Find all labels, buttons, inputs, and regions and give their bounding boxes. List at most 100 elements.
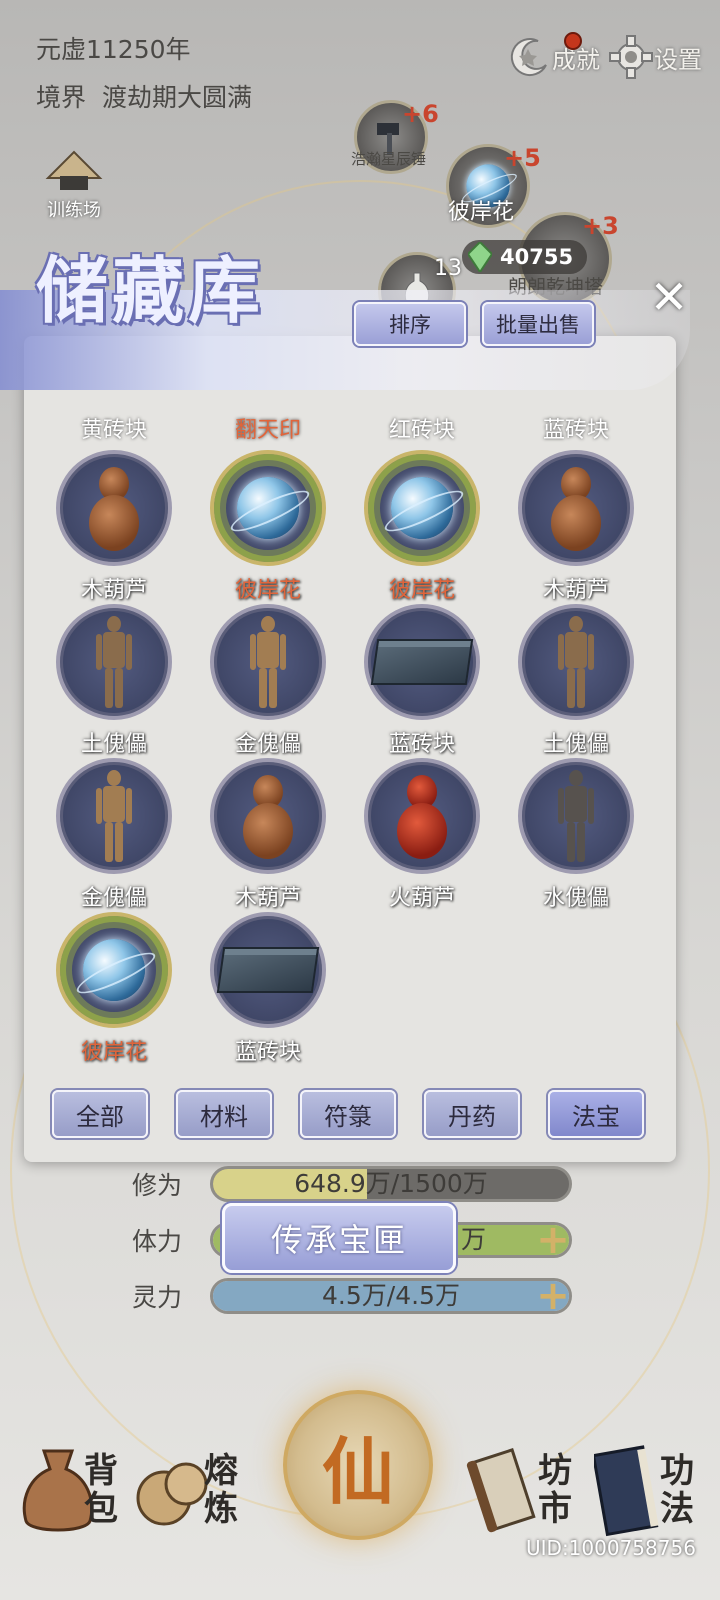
tab-2[interactable]: 符箓 xyxy=(300,1090,396,1138)
earth-puppet-icon xyxy=(556,616,596,708)
storage-item[interactable]: 彼岸花 xyxy=(198,450,338,604)
item-slot xyxy=(210,758,326,874)
item-name: 彼岸花 xyxy=(388,578,455,603)
item-slot xyxy=(518,604,634,720)
training-ground-label: 训练场 xyxy=(47,200,101,221)
spirit-orb-icon xyxy=(83,939,145,1001)
nav-smelt-button[interactable]: 熔炼 xyxy=(136,1440,244,1540)
wood-gourd-icon xyxy=(241,771,295,861)
spirit-orb-icon xyxy=(391,477,453,539)
blue-brick-icon xyxy=(216,947,320,993)
gear-icon xyxy=(609,35,653,79)
nav-bag-label: 背包 xyxy=(84,1451,118,1529)
storage-item[interactable]: 彼岸花 xyxy=(44,912,184,1066)
gold-puppet-icon xyxy=(248,616,288,708)
settings-label: 设置 xyxy=(654,45,702,74)
tab-0[interactable]: 全部 xyxy=(52,1090,148,1138)
item-name: 木葫芦 xyxy=(542,578,609,603)
map-node-vase-count: 13 xyxy=(434,256,462,281)
spirit-value: 4.5万/4.5万 xyxy=(322,1281,460,1310)
map-node-tower-bonus: +3 xyxy=(582,212,619,240)
tab-1[interactable]: 材料 xyxy=(176,1090,272,1138)
spirit-label: 灵力 xyxy=(132,1283,183,1312)
realm-label: 境界 xyxy=(36,83,87,112)
sort-button[interactable]: 排序 xyxy=(354,302,466,346)
straw-hat-icon xyxy=(45,150,103,190)
item-slot xyxy=(210,604,326,720)
item-grid: 黄砖块 翻天印 红砖块 蓝砖块 木葫芦 彼岸花 彼岸花 木葫芦 土傀儡 金傀儡 蓝砖块 土傀儡 金傀儡… xyxy=(24,390,676,1070)
earth-puppet-icon xyxy=(94,616,134,708)
tab-4[interactable]: 法宝 xyxy=(548,1090,644,1138)
bulk-sell-button[interactable]: 批量出售 xyxy=(482,302,594,346)
achievements-button[interactable]: 成就 xyxy=(508,28,600,86)
wood-gourd-icon xyxy=(87,463,141,553)
nav-smelt-label: 熔炼 xyxy=(204,1451,238,1529)
item-slot xyxy=(56,604,172,720)
item-name: 蓝砖块 xyxy=(388,732,455,757)
map-node-hammer-label: 浩瀚星辰锤 xyxy=(351,150,427,168)
realm-info: 境界 渡劫期大圆满 xyxy=(36,78,252,114)
blue-brick-icon xyxy=(370,639,474,685)
nav-market-button[interactable]: 坊市 xyxy=(466,1440,578,1540)
cultivation-label: 修为 xyxy=(132,1171,183,1200)
item-slot xyxy=(56,912,172,1028)
plus-icon: + xyxy=(536,1273,570,1319)
storage-item[interactable]: 金傀儡 xyxy=(198,604,338,758)
storage-item[interactable]: 水傀儡 xyxy=(506,758,646,912)
item-name: 金傀儡 xyxy=(80,886,147,911)
crystal-currency: 40755 xyxy=(462,240,588,274)
item-name: 彼岸花 xyxy=(234,578,301,603)
gold-puppet-icon xyxy=(94,770,134,862)
item-slot xyxy=(518,758,634,874)
realm-value: 渡劫期大圆满 xyxy=(101,83,252,112)
item-name: 红砖块 xyxy=(388,418,455,443)
item-name: 水傀儡 xyxy=(542,886,609,911)
stamina-plus-button[interactable]: + xyxy=(530,1217,576,1263)
nav-market-label: 坊市 xyxy=(538,1451,572,1529)
user-id: UID:1000758756 xyxy=(526,1536,696,1560)
item-slot xyxy=(210,912,326,1028)
settings-button[interactable]: 设置 xyxy=(608,28,702,86)
spirit-bar: 4.5万/4.5万 xyxy=(210,1278,572,1314)
wood-gourd-icon xyxy=(549,463,603,553)
crystal-icon xyxy=(468,242,492,272)
item-slot xyxy=(364,604,480,720)
storage-item[interactable]: 土傀儡 xyxy=(44,604,184,758)
nav-skills-button[interactable]: 功法 xyxy=(594,1440,700,1540)
nav-xian-button[interactable]: 仙 xyxy=(283,1390,433,1540)
storage-item[interactable]: 土傀儡 xyxy=(506,604,646,758)
tab-3[interactable]: 丹药 xyxy=(424,1090,520,1138)
game-year: 元虚11250年 xyxy=(36,35,191,64)
storage-item[interactable]: 火葫芦 xyxy=(352,758,492,912)
nav-bag-button[interactable]: 背包 xyxy=(20,1440,124,1540)
storage-title: 储藏库 xyxy=(36,248,265,333)
storage-item[interactable]: 蓝砖块 xyxy=(352,604,492,758)
map-node-flower-label: 彼岸花 xyxy=(448,200,515,225)
book-icon xyxy=(594,1445,659,1537)
stamina-label: 体力 xyxy=(132,1227,183,1256)
item-slot xyxy=(210,450,326,566)
item-name: 蓝砖块 xyxy=(234,1040,301,1065)
item-name: 蓝砖块 xyxy=(542,418,609,443)
map-node-flower-bonus: +5 xyxy=(504,144,541,172)
close-button[interactable]: ✕ xyxy=(634,262,704,332)
cultivation-value: 648.9万/1500万 xyxy=(294,1169,488,1198)
item-slot xyxy=(518,450,634,566)
item-slot xyxy=(56,758,172,874)
item-slot xyxy=(364,758,480,874)
close-icon: ✕ xyxy=(649,270,689,324)
notification-dot xyxy=(564,32,582,50)
training-ground-button[interactable]: 训练场 xyxy=(34,148,114,222)
storage-item[interactable]: 木葫芦 xyxy=(44,450,184,604)
spirit-plus-button[interactable]: + xyxy=(530,1273,576,1319)
cultivation-bar: 648.9万/1500万 xyxy=(210,1166,572,1202)
inheritance-chest-button[interactable]: 传承宝匣 xyxy=(222,1203,456,1273)
storage-item[interactable]: 蓝砖块 xyxy=(198,912,338,1066)
storage-item[interactable]: 木葫芦 xyxy=(198,758,338,912)
nav-skills-label: 功法 xyxy=(660,1451,694,1529)
item-slot xyxy=(56,450,172,566)
storage-item[interactable]: 彼岸花 xyxy=(352,450,492,604)
storage-item[interactable]: 木葫芦 xyxy=(506,450,646,604)
item-name: 金傀儡 xyxy=(234,732,301,757)
storage-item[interactable]: 金傀儡 xyxy=(44,758,184,912)
